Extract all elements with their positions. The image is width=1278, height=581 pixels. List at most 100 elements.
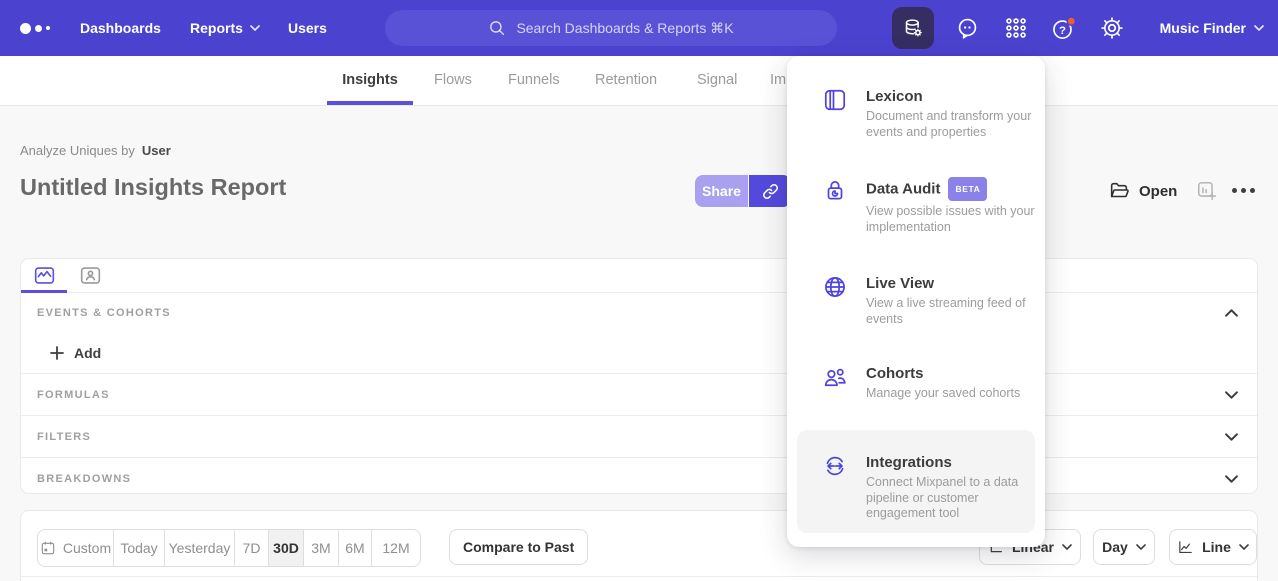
nav-reports-label: Reports xyxy=(190,20,243,36)
tab-insights[interactable]: Insights xyxy=(327,56,413,105)
subtitle-prefix: Analyze Uniques by xyxy=(20,143,135,158)
range-3m[interactable]: 3M xyxy=(304,530,339,566)
project-switcher[interactable]: Music Finder xyxy=(1160,20,1264,36)
menu-item-integrations[interactable]: Integrations Connect Mixpanel to a data … xyxy=(787,453,1045,522)
data-audit-icon xyxy=(822,177,848,203)
feedback-icon xyxy=(955,16,980,41)
tab-signal[interactable]: Signal xyxy=(697,56,737,105)
range-12m-label: 12M xyxy=(382,540,409,556)
add-event-button[interactable]: Add xyxy=(21,332,1257,374)
lexicon-title: Lexicon xyxy=(866,87,1038,106)
project-name: Music Finder xyxy=(1160,20,1246,36)
subtitle-value[interactable]: User xyxy=(142,143,171,158)
calendar-icon xyxy=(40,540,56,556)
beta-badge: BETA xyxy=(948,177,987,201)
nav-reports[interactable]: Reports xyxy=(190,0,260,56)
navbar-right: ? Music Finder xyxy=(892,0,1264,56)
share-button[interactable]: Share xyxy=(695,175,748,207)
copy-link-button[interactable] xyxy=(749,175,791,207)
query-builder-card: EVENTS & COHORTS Add FORMULAS FILTERS BR… xyxy=(20,258,1258,494)
search-placeholder: Search Dashboards & Reports ⌘K xyxy=(516,20,733,37)
profile-view-icon xyxy=(79,264,102,287)
menu-item-live-view[interactable]: Live View View a live streaming feed of … xyxy=(787,274,1045,327)
tab-impact[interactable]: Im xyxy=(770,56,786,105)
range-today[interactable]: Today xyxy=(114,530,165,566)
events-view-tab[interactable] xyxy=(21,259,67,292)
dot xyxy=(1241,188,1246,193)
tab-signal-label: Signal xyxy=(697,72,737,88)
section-filters[interactable]: FILTERS xyxy=(21,416,1257,458)
add-to-board-button[interactable] xyxy=(1196,180,1218,202)
search-input[interactable]: Search Dashboards & Reports ⌘K xyxy=(385,10,837,46)
interval-label: Day xyxy=(1102,539,1128,555)
range-6m-label: 6M xyxy=(345,540,364,556)
report-subtitle: Analyze Uniques by User xyxy=(20,143,171,158)
chevron-up-icon[interactable] xyxy=(1225,309,1238,317)
range-custom-label: Custom xyxy=(63,540,111,556)
chevron-down-icon[interactable] xyxy=(1225,391,1238,399)
range-6m[interactable]: 6M xyxy=(339,530,372,566)
data-governance-button[interactable] xyxy=(892,7,934,49)
range-30d[interactable]: 30D xyxy=(269,530,304,566)
menu-item-data-audit[interactable]: Data AuditBETA View possible issues with… xyxy=(787,177,1045,235)
chevron-down-icon xyxy=(1136,544,1146,550)
mixpanel-logo[interactable] xyxy=(20,0,50,56)
data-audit-description: View possible issues with your implement… xyxy=(866,204,1038,235)
chevron-down-icon[interactable] xyxy=(1225,433,1238,441)
tab-flows[interactable]: Flows xyxy=(434,56,472,105)
date-range-picker: Custom Today Yesterday 7D 30D 3M 6M 12M xyxy=(37,529,421,567)
interval-dropdown[interactable]: Day xyxy=(1093,529,1155,565)
range-7d[interactable]: 7D xyxy=(235,530,269,566)
lexicon-icon xyxy=(822,87,848,113)
logo-dot xyxy=(35,25,42,32)
compare-to-past-button[interactable]: Compare to Past xyxy=(449,529,588,565)
tab-funnels[interactable]: Funnels xyxy=(508,56,560,105)
help-button[interactable]: ? xyxy=(1050,14,1078,42)
apps-dropdown-panel: Lexicon Document and transform your even… xyxy=(787,56,1045,547)
section-breakdowns[interactable]: BREAKDOWNS xyxy=(21,458,1257,494)
chart-view-icon xyxy=(33,264,56,287)
range-yesterday[interactable]: Yesterday xyxy=(165,530,235,566)
menu-item-cohorts[interactable]: Cohorts Manage your saved cohorts xyxy=(787,364,1045,402)
profiles-view-tab[interactable] xyxy=(67,259,113,292)
more-options-button[interactable] xyxy=(1232,188,1255,193)
formulas-label: FORMULAS xyxy=(37,389,110,401)
report-title[interactable]: Untitled Insights Report xyxy=(20,174,286,201)
compare-label: Compare to Past xyxy=(463,539,574,555)
chevron-down-icon[interactable] xyxy=(1225,475,1238,483)
open-report-button[interactable]: Open xyxy=(1108,175,1177,207)
menu-item-lexicon[interactable]: Lexicon Document and transform your even… xyxy=(787,87,1045,140)
cohorts-title: Cohorts xyxy=(866,364,1038,383)
nav-dashboards[interactable]: Dashboards xyxy=(80,0,161,56)
section-events-cohorts[interactable]: EVENTS & COHORTS xyxy=(21,293,1257,332)
link-icon xyxy=(761,182,780,201)
dot xyxy=(1232,188,1237,193)
apps-grid-icon xyxy=(1003,15,1029,41)
chart-type-dropdown[interactable]: Line xyxy=(1169,529,1257,565)
report-tabbar: Insights Flows Funnels Retention Signal … xyxy=(0,56,1278,106)
nav-users[interactable]: Users xyxy=(288,0,327,56)
integrations-title: Integrations xyxy=(866,453,1038,472)
add-to-board-icon xyxy=(1196,180,1218,202)
chart-toolbar-card: Custom Today Yesterday 7D 30D 3M 6M 12M … xyxy=(20,510,1258,581)
tab-funnels-label: Funnels xyxy=(508,72,560,88)
lexicon-description: Document and transform your events and p… xyxy=(866,109,1038,140)
open-label: Open xyxy=(1139,183,1177,200)
plus-icon xyxy=(50,346,64,360)
settings-icon xyxy=(1099,15,1125,41)
svg-text:?: ? xyxy=(1059,24,1066,36)
top-navbar: Dashboards Reports Users Search Dashboar… xyxy=(0,0,1278,56)
data-governance-icon xyxy=(901,16,925,40)
settings-button[interactable] xyxy=(1098,14,1126,42)
notification-dot xyxy=(1067,17,1075,25)
tab-retention-label: Retention xyxy=(595,72,657,88)
apps-menu-button[interactable] xyxy=(1002,14,1030,42)
range-12m[interactable]: 12M xyxy=(372,530,420,566)
chevron-down-icon xyxy=(250,25,260,31)
filters-label: FILTERS xyxy=(37,431,91,443)
range-30d-label: 30D xyxy=(273,540,299,556)
section-formulas[interactable]: FORMULAS xyxy=(21,374,1257,416)
tab-retention[interactable]: Retention xyxy=(595,56,657,105)
feedback-button[interactable] xyxy=(954,14,982,42)
range-custom[interactable]: Custom xyxy=(38,530,114,566)
